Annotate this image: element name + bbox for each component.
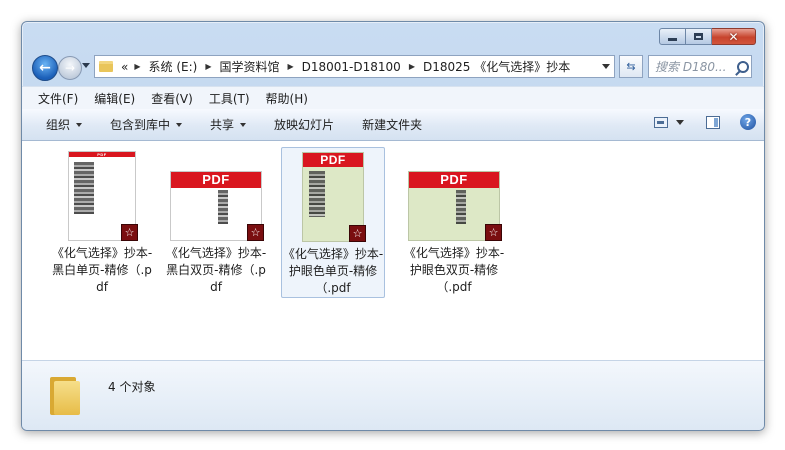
file-name: 《化气选择》抄本-护眼色单页-精修（.pdf — [282, 247, 384, 295]
menu-bar: 文件(F) 编辑(E) 查看(V) 工具(T) 帮助(H) — [22, 86, 764, 109]
pdf-thumbnail: PDF ☆ — [68, 151, 138, 241]
item-count: 4 个对象 — [108, 380, 156, 394]
menu-help[interactable]: 帮助(H) — [258, 90, 316, 107]
menu-view[interactable]: 查看(V) — [143, 90, 201, 107]
minimize-icon — [668, 38, 677, 41]
include-in-library-button[interactable]: 包含到库中 — [100, 116, 192, 133]
breadcrumb-overflow[interactable]: « — [117, 60, 132, 74]
explorer-window: ✕ ← → « ▶ 系统 (E:) ▶ 国学资料馆 ▶ D18001-D1810… — [21, 21, 765, 431]
pdf-band: PDF — [69, 152, 135, 157]
pdf-band: PDF — [409, 172, 499, 188]
refresh-button[interactable]: ⇆ — [619, 55, 643, 78]
pdf-band: PDF — [171, 172, 261, 188]
recent-pages-dropdown[interactable] — [82, 63, 90, 68]
navigation-bar: ← → « ▶ 系统 (E:) ▶ 国学资料馆 ▶ D18001-D18100 … — [30, 52, 756, 82]
search-box[interactable] — [648, 55, 752, 78]
organize-label: 组织 — [46, 118, 71, 132]
acrobat-icon: ☆ — [247, 224, 264, 241]
acrobat-icon: ☆ — [485, 224, 502, 241]
breadcrumb: ▶ 系统 (E:) ▶ 国学资料馆 ▶ D18001-D18100 ▶ D180… — [132, 58, 576, 75]
chevron-right-icon[interactable]: ▶ — [132, 62, 142, 71]
chevron-down-icon — [602, 64, 610, 69]
acrobat-icon: ☆ — [121, 224, 138, 241]
calligraphy-image — [309, 171, 325, 217]
slideshow-button[interactable]: 放映幻灯片 — [264, 116, 344, 133]
new-folder-label: 新建文件夹 — [362, 118, 423, 132]
change-view-icon[interactable] — [654, 116, 668, 128]
include-library-label: 包含到库中 — [110, 118, 171, 132]
help-icon[interactable]: ? — [740, 114, 756, 130]
breadcrumb-item-drive[interactable]: 系统 (E:) — [143, 58, 204, 75]
chevron-right-icon[interactable]: ▶ — [407, 62, 417, 71]
file-item-selected[interactable]: PDF ☆ 《化气选择》抄本-护眼色单页-精修（.pdf — [281, 147, 385, 298]
menu-edit[interactable]: 编辑(E) — [86, 90, 143, 107]
file-list: PDF ☆ 《化气选择》抄本-黑白单页-精修（.pdf PDF ☆ 《化气选择》… — [22, 141, 764, 360]
pdf-thumbnail: PDF ☆ — [302, 152, 366, 242]
address-dropdown-button[interactable] — [598, 64, 614, 69]
forward-arrow-icon: → — [64, 61, 76, 75]
menu-file[interactable]: 文件(F) — [22, 90, 86, 107]
pdf-thumbnail: PDF ☆ — [408, 171, 502, 241]
breadcrumb-item-current[interactable]: D18025 《化气选择》抄本 — [417, 58, 576, 75]
breadcrumb-item-library[interactable]: 国学资料馆 — [213, 58, 285, 75]
command-bar: 组织 包含到库中 共享 放映幻灯片 新建文件夹 ? — [22, 109, 764, 141]
command-bar-right: ? — [654, 114, 756, 130]
chevron-down-icon — [176, 122, 183, 127]
new-folder-button[interactable]: 新建文件夹 — [352, 116, 432, 133]
maximize-icon — [694, 33, 703, 40]
caption-buttons: ✕ — [659, 28, 756, 45]
details-pane: 4 个对象 — [22, 360, 764, 430]
acrobat-icon: ☆ — [349, 225, 366, 242]
file-name: 《化气选择》抄本-护眼色双页-精修（.pdf — [403, 246, 505, 294]
breadcrumb-item-range[interactable]: D18001-D18100 — [296, 60, 407, 74]
calligraphy-image — [456, 190, 466, 224]
search-icon[interactable] — [737, 60, 749, 73]
share-button[interactable]: 共享 — [200, 116, 256, 133]
menu-tools[interactable]: 工具(T) — [201, 90, 258, 107]
forward-button[interactable]: → — [58, 56, 82, 80]
folder-icon — [99, 61, 113, 72]
close-icon: ✕ — [728, 29, 739, 44]
back-button[interactable]: ← — [32, 55, 58, 81]
file-name: 《化气选择》抄本-黑白单页-精修（.pdf — [51, 246, 153, 294]
slideshow-label: 放映幻灯片 — [274, 118, 335, 132]
minimize-button[interactable] — [659, 28, 686, 45]
maximize-button[interactable] — [686, 28, 712, 45]
close-button[interactable]: ✕ — [712, 28, 756, 45]
chevron-right-icon[interactable]: ▶ — [203, 62, 213, 71]
view-options-dropdown[interactable] — [676, 119, 684, 125]
calligraphy-image — [218, 190, 228, 224]
refresh-icon: ⇆ — [626, 60, 636, 73]
back-arrow-icon: ← — [39, 60, 51, 76]
folder-icon — [50, 377, 80, 415]
file-item[interactable]: PDF ☆ 《化气选择》抄本-黑白双页-精修（.pdf — [164, 151, 268, 296]
share-label: 共享 — [210, 118, 235, 132]
file-item[interactable]: PDF ☆ 《化气选择》抄本-黑白单页-精修（.pdf — [50, 151, 154, 296]
preview-pane-icon[interactable] — [706, 115, 720, 129]
organize-button[interactable]: 组织 — [22, 116, 92, 133]
search-input[interactable] — [655, 59, 735, 74]
chevron-down-icon — [240, 122, 247, 127]
address-bar[interactable]: « ▶ 系统 (E:) ▶ 国学资料馆 ▶ D18001-D18100 ▶ D1… — [94, 55, 615, 78]
file-name: 《化气选择》抄本-黑白双页-精修（.pdf — [165, 246, 267, 294]
pdf-thumbnail: PDF ☆ — [170, 171, 264, 241]
calligraphy-image — [74, 162, 94, 214]
pdf-band: PDF — [303, 153, 363, 167]
chevron-right-icon[interactable]: ▶ — [285, 62, 295, 71]
chevron-down-icon — [76, 122, 83, 127]
file-item[interactable]: PDF ☆ 《化气选择》抄本-护眼色双页-精修（.pdf — [402, 151, 506, 296]
